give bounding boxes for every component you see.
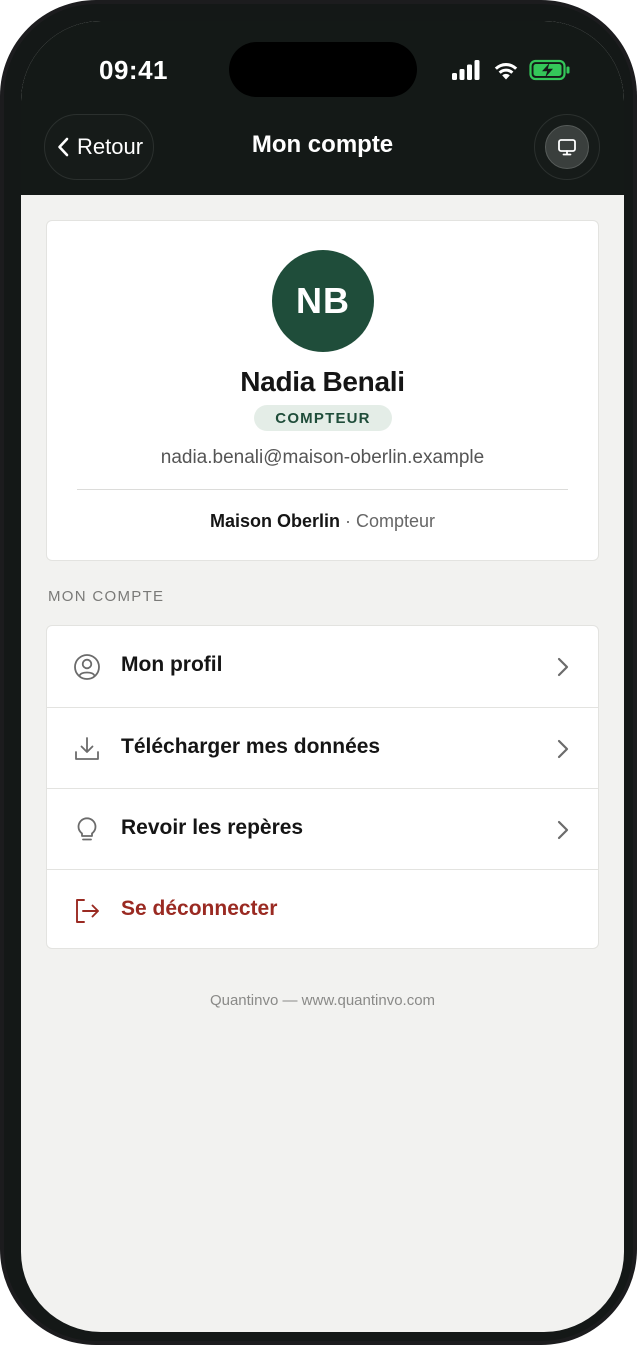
cellular-signal-icon xyxy=(452,60,480,80)
organization-name: Maison Oberlin xyxy=(209,511,340,531)
download-icon xyxy=(75,737,99,760)
organization-separator: · xyxy=(340,511,356,531)
avatar: NB xyxy=(272,250,374,352)
menu-item-tips[interactable]: Revoir les repères xyxy=(47,788,598,869)
organization-line: Maison Oberlin · Compteur xyxy=(47,511,598,532)
logout-icon xyxy=(76,899,99,923)
wifi-icon xyxy=(494,63,518,80)
chevron-right-icon xyxy=(557,657,569,677)
section-label: MON COMPTE xyxy=(48,588,165,605)
device-bezel: 09:41 Retour Mon compte NB Nadia Benali … xyxy=(4,4,633,1341)
user-name: Nadia Benali xyxy=(240,366,405,397)
display-mode-button[interactable] xyxy=(534,114,600,180)
screen: 09:41 Retour Mon compte NB Nadia Benali … xyxy=(21,21,624,1332)
chevron-right-icon xyxy=(557,739,569,759)
battery-charging-icon xyxy=(529,59,570,81)
display-button-disc xyxy=(545,125,589,169)
card-divider xyxy=(77,489,568,490)
chevron-right-icon xyxy=(557,820,569,840)
role-badge: COMPTEUR xyxy=(254,405,392,431)
menu-item-profile[interactable]: Mon profil xyxy=(47,626,598,707)
device-frame: 09:41 Retour Mon compte NB Nadia Benali … xyxy=(0,0,637,1345)
lightbulb-icon xyxy=(77,817,97,841)
monitor-icon xyxy=(558,139,576,156)
menu-item-label: Télécharger mes données xyxy=(121,735,381,758)
top-bar: 09:41 Retour Mon compte xyxy=(21,21,624,195)
user-circle-icon xyxy=(74,654,100,680)
dynamic-island xyxy=(229,42,417,97)
menu-item-label: Se déconnecter xyxy=(121,897,278,920)
status-time: 09:41 xyxy=(99,55,168,85)
profile-card: NB Nadia Benali COMPTEUR nadia.benali@ma… xyxy=(46,220,599,561)
user-email: nadia.benali@maison-oberlin.example xyxy=(160,447,485,468)
menu-item-download-data[interactable]: Télécharger mes données xyxy=(47,707,598,788)
account-menu: Mon profil Télécharger mes données Revoi… xyxy=(46,625,599,949)
menu-item-logout[interactable]: Se déconnecter xyxy=(47,869,598,948)
menu-item-label: Revoir les repères xyxy=(121,816,304,839)
organization-role: Compteur xyxy=(356,511,436,531)
footer-text: Quantinvo — www.quantinvo.com xyxy=(209,992,436,1009)
menu-item-label: Mon profil xyxy=(121,653,223,676)
